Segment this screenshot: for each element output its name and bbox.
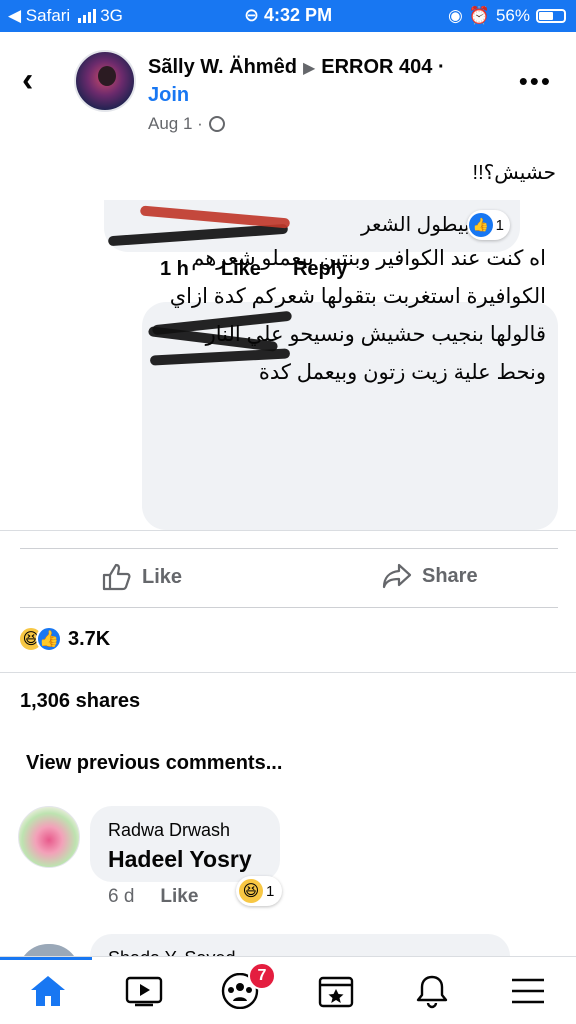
status-bar: ◀ Safari 3G ⊖ 4:32 PM ◉ ⏰ 56%	[0, 0, 576, 32]
lock-rotation-icon: ◉	[447, 6, 463, 25]
video-play-icon	[125, 976, 163, 1007]
back-chevron-icon[interactable]: ‹	[22, 62, 50, 98]
comment-time: 6 d	[108, 886, 135, 907]
more-options-icon[interactable]: •••	[519, 66, 552, 97]
embedded-reaction-pill: 👍 1	[466, 210, 510, 240]
like-reaction-icon: 👍	[36, 626, 62, 652]
battery-icon	[536, 9, 566, 23]
haha-reaction-icon: 😆	[239, 879, 263, 903]
tab-home[interactable]	[22, 969, 74, 1013]
status-time: 4:32 PM	[264, 5, 333, 25]
share-button[interactable]: Share	[382, 563, 478, 589]
alarm-icon: ⏰	[468, 6, 490, 25]
view-previous-comments[interactable]: View previous comments...	[26, 752, 282, 775]
globe-icon	[208, 116, 225, 132]
tab-marketplace[interactable]	[310, 969, 362, 1013]
tab-watch[interactable]	[118, 969, 170, 1013]
post-text: حشيش؟!!	[472, 162, 556, 184]
like-label: Like	[142, 565, 183, 588]
link-icon: ⊖	[243, 5, 265, 25]
comment-reaction-count: 1	[266, 882, 275, 900]
author-line: Sãlly W. Ähmêd ▶ ERROR 404 ·	[148, 56, 445, 79]
thumbs-up-icon	[102, 563, 131, 591]
tab-menu[interactable]	[502, 969, 554, 1013]
groups-notification-badge: 7	[248, 962, 276, 990]
post-date[interactable]: Aug 1 ·	[148, 114, 203, 134]
shares-count[interactable]: 1,306 shares	[20, 690, 140, 713]
post-header: ‹ Sãlly W. Ähmêd ▶ ERROR 404 · Join Aug 1 …	[0, 32, 576, 144]
group-name[interactable]: ERROR 404 ·	[321, 56, 444, 78]
post-image[interactable]: هو بيطول الشعر 👍 1 1 h Like Reply اه كنت…	[0, 200, 576, 530]
comment-meta: 6 d Like	[108, 886, 198, 908]
comment-reaction-pill[interactable]: 😆 1	[236, 876, 283, 906]
divider	[0, 530, 576, 531]
tab-notifications[interactable]	[406, 969, 458, 1013]
battery-percent: 56%	[495, 6, 530, 25]
active-tab-indicator	[0, 957, 92, 960]
join-button[interactable]: Join	[148, 84, 189, 107]
like-reaction-icon: 👍	[468, 213, 493, 237]
comment-text[interactable]: Hadeel Yosry	[108, 846, 252, 873]
reactions-summary[interactable]: 😆 👍 3.7K	[18, 626, 110, 652]
share-arrow-icon	[382, 563, 412, 589]
post-meta: Aug 1 ·	[148, 114, 225, 134]
bell-icon	[416, 975, 448, 1009]
comment-like-button[interactable]: Like	[160, 886, 198, 908]
home-icon	[31, 976, 65, 1006]
post-action-row: Like Share	[20, 548, 558, 608]
like-button[interactable]: Like	[102, 563, 182, 591]
author-avatar[interactable]	[74, 50, 136, 112]
author-name[interactable]: Sãlly W. Ähmêd	[148, 56, 297, 78]
news-icon	[318, 976, 354, 1008]
embedded-reaction-count: 1	[495, 216, 504, 234]
bottom-tab-bar	[0, 956, 576, 1024]
commenter-avatar[interactable]	[18, 806, 80, 868]
hamburger-menu-icon	[512, 978, 544, 1004]
embedded-reply-text: اه كنت عند الكوافير وبنتين بيعملو شعرهم …	[169, 247, 546, 384]
reactions-count: 3.7K	[68, 627, 111, 650]
commenter-name[interactable]: Radwa Drwash	[108, 820, 230, 841]
divider	[0, 672, 576, 673]
arrow-right-icon: ▶	[302, 60, 316, 77]
share-label: Share	[422, 564, 478, 587]
